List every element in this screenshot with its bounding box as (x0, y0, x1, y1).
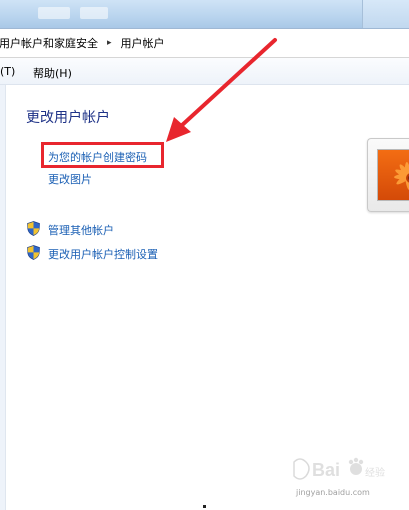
blurred-tab[interactable] (80, 7, 108, 19)
bottom-dot (203, 505, 206, 508)
breadcrumb[interactable]: 用户帐户和家庭安全 ▸ 用户帐户 (0, 29, 409, 58)
breadcrumb-user-accounts[interactable]: 用户帐户 (121, 35, 165, 51)
main-panel: 更改用户帐户 为您的帐户创建密码 更改图片 管理其他帐户 更改用户帐户控制设置 (6, 85, 409, 510)
manage-other-accounts-link[interactable]: 管理其他帐户 (48, 222, 114, 238)
window-title-strip (0, 0, 409, 29)
account-picture-frame[interactable] (367, 138, 409, 212)
control-panel-window: 用户帐户和家庭安全 ▸ 用户帐户 (T) 帮助(H) 更改用户帐户 为您的帐户创… (0, 0, 409, 510)
breadcrumb-separator-icon[interactable]: ▸ (107, 38, 112, 48)
uac-shield-icon (27, 245, 40, 260)
svg-text:经验: 经验 (365, 466, 385, 479)
flower-account-picture (377, 149, 409, 201)
change-picture-link[interactable]: 更改图片 (48, 171, 92, 187)
blurred-tab[interactable] (38, 7, 70, 19)
page-title: 更改用户帐户 (26, 110, 110, 126)
menu-help[interactable]: 帮助(H) (33, 65, 72, 81)
menu-bar: (T) 帮助(H) (0, 58, 409, 85)
uac-shield-icon (27, 221, 40, 236)
svg-text:Bai: Bai (312, 460, 340, 480)
watermark-url: jingyan.baidu.com (296, 488, 370, 497)
breadcrumb-family-safety[interactable]: 用户帐户和家庭安全 (0, 35, 98, 51)
red-highlight-box (41, 142, 164, 168)
menu-tools[interactable]: (T) (0, 65, 15, 78)
window-corner (362, 0, 409, 28)
uac-settings-link[interactable]: 更改用户帐户控制设置 (48, 246, 158, 262)
